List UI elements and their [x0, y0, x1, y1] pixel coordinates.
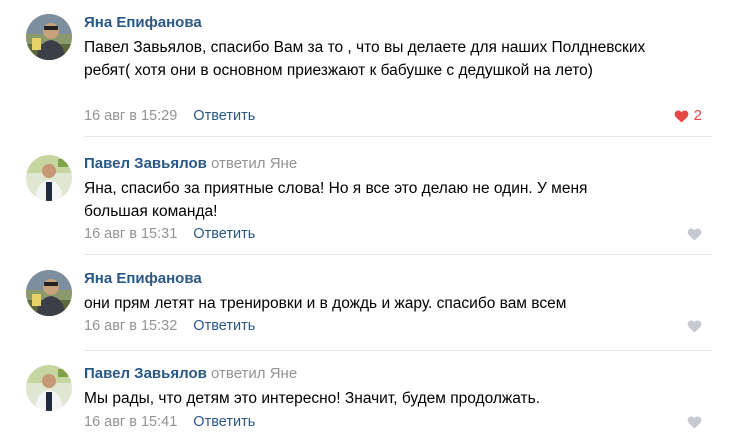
reply-button[interactable]: Ответить: [193, 318, 255, 334]
comment-date[interactable]: 16 авг в 15:32: [84, 318, 177, 334]
comment-meta: 16 авг в 15:41 Ответить: [84, 413, 255, 431]
reply-to-label[interactable]: ответил Яне: [211, 365, 297, 382]
like-button[interactable]: [687, 413, 702, 431]
comment-item: Яна Епифанова Павел Завьялов, спасибо Ва…: [0, 0, 730, 136]
comment-item: Яна Епифанова они прям летят на трениров…: [0, 254, 730, 350]
heart-outline-icon: [687, 320, 702, 333]
heart-filled-icon: [674, 110, 689, 123]
comment-date[interactable]: 16 авг в 15:29: [84, 108, 177, 124]
like-count: 2: [693, 107, 702, 124]
like-button[interactable]: [687, 225, 702, 243]
reply-button[interactable]: Ответить: [193, 226, 255, 242]
author-name-link[interactable]: Яна Епифанова: [84, 14, 202, 31]
comment-meta: 16 авг в 15:29 Ответить: [84, 107, 255, 125]
comment-author: Павел Завьялов ответил Яне: [84, 155, 297, 173]
heart-outline-icon: [687, 416, 702, 429]
comment-text: они прям летят на тренировки и в дождь и…: [84, 295, 567, 312]
comment-author: Яна Епифанова: [84, 14, 202, 32]
avatar-pavel[interactable]: [26, 365, 72, 411]
heart-outline-icon: [687, 228, 702, 241]
author-name-link[interactable]: Павел Завьялов: [84, 365, 207, 382]
comment-date[interactable]: 16 авг в 15:41: [84, 414, 177, 430]
comment-author: Павел Завьялов ответил Яне: [84, 365, 297, 383]
comments-thread: Яна Епифанова Павел Завьялов, спасибо Ва…: [0, 0, 730, 444]
reply-button[interactable]: Ответить: [193, 414, 255, 430]
comment-text: Мы рады, что детям это интересно! Значит…: [84, 390, 541, 407]
like-button[interactable]: 2: [674, 107, 702, 125]
comment-text: Павел Завьялов, спасибо Вам за то , что …: [84, 39, 646, 79]
author-name-link[interactable]: Павел Завьялов: [84, 155, 207, 172]
reply-button[interactable]: Ответить: [193, 108, 255, 124]
author-name-link[interactable]: Яна Епифанова: [84, 270, 202, 287]
comment-author: Яна Епифанова: [84, 270, 202, 288]
comment-meta: 16 авг в 15:32 Ответить: [84, 317, 255, 335]
comment-date[interactable]: 16 авг в 15:31: [84, 226, 177, 242]
avatar-yana[interactable]: [26, 270, 72, 316]
avatar-pavel[interactable]: [26, 155, 72, 201]
comment-item: Павел Завьялов ответил Яне Мы рады, что …: [0, 350, 730, 444]
comment-meta: 16 авг в 15:31 Ответить: [84, 225, 255, 243]
like-button[interactable]: [687, 317, 702, 335]
reply-to-label[interactable]: ответил Яне: [211, 155, 297, 172]
avatar-yana[interactable]: [26, 14, 72, 60]
comment-text: Яна, спасибо за приятные слова! Но я все…: [84, 180, 588, 220]
comment-item: Павел Завьялов ответил Яне Яна, спасибо …: [0, 136, 730, 254]
